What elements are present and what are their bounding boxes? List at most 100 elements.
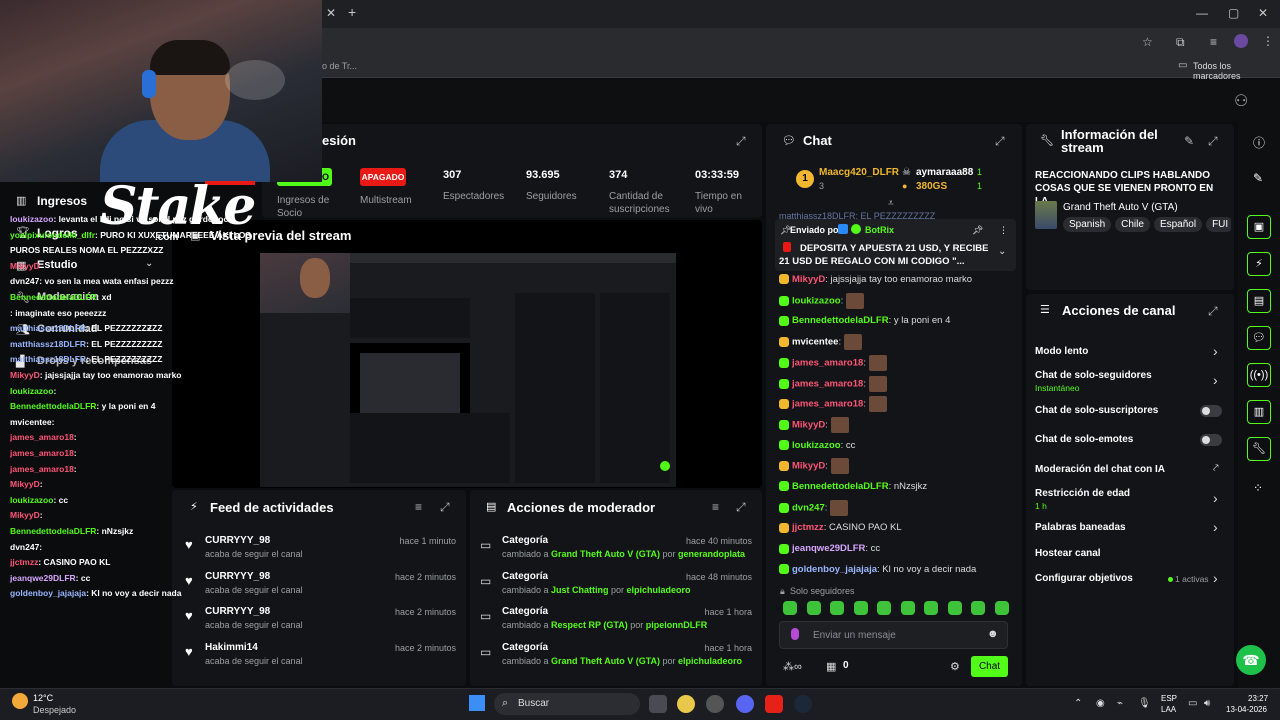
channel-action-label[interactable]: Moderación del chat con IA (1035, 464, 1165, 475)
edit-icon[interactable]: ✎ (1184, 134, 1194, 148)
lang-indicator[interactable]: ESP (1161, 694, 1177, 703)
mod-detail-mod[interactable]: pipeionnDLFR (646, 620, 708, 630)
steam-icon[interactable] (794, 695, 812, 713)
channel-action-label[interactable]: Configurar objetivos (1035, 573, 1133, 584)
toggle-switch[interactable] (1200, 434, 1222, 446)
toggle-switch[interactable] (1200, 405, 1222, 417)
channel-action-label[interactable]: Modo lento (1035, 346, 1088, 357)
pinned-sender[interactable]: BotRix (865, 225, 894, 235)
emote-quick-icon[interactable] (924, 601, 938, 615)
chat-username[interactable]: mvicentee (792, 337, 838, 348)
chrome-icon[interactable] (677, 695, 695, 713)
emoji-icon[interactable]: ☻ (987, 628, 999, 640)
chat-username[interactable]: goldenboy_jajajaja (792, 564, 877, 575)
expand-icon[interactable]: ⤢ (736, 134, 746, 149)
chat-username[interactable]: jeanqwe29DLFR (792, 543, 865, 554)
chat-username[interactable]: BennedettodelaDLFR (792, 315, 889, 326)
expand-icon[interactable]: ⤢ (736, 500, 746, 515)
close-window-icon[interactable]: ✕ (1258, 6, 1268, 20)
external-link-icon[interactable]: ⤤ (1213, 463, 1219, 474)
new-tab-button[interactable]: + (348, 4, 356, 20)
chevron-right-icon[interactable]: › (1213, 570, 1218, 586)
chevron-right-icon[interactable]: › (1213, 519, 1218, 535)
expand-icon[interactable]: ⤢ (995, 134, 1005, 149)
filter-icon[interactable]: ≡ (712, 500, 719, 514)
chat-username[interactable]: loukizazoo (792, 295, 841, 306)
send-chat-button[interactable]: Chat (971, 656, 1008, 677)
chevron-up-icon[interactable]: ⌃ (1074, 698, 1082, 709)
taskbar-search[interactable]: ⌕ Buscar (494, 693, 640, 715)
chevron-down-icon[interactable]: ⌄ (998, 246, 1006, 257)
mic-icon[interactable] (791, 628, 799, 640)
feed-user[interactable]: CURRYYY_98 (205, 535, 270, 546)
mod-detail-mod[interactable]: generandoplata (678, 549, 745, 559)
bookmark-star-icon[interactable]: ☆ (1142, 35, 1153, 49)
rail-button[interactable]: ▤ (1247, 289, 1271, 313)
chat-username[interactable]: jjctmzz (792, 522, 824, 533)
feed-user[interactable]: Hakimmi14 (205, 642, 258, 653)
windows-start-icon[interactable] (469, 695, 485, 711)
chat-username[interactable]: james_amaro18 (792, 378, 863, 389)
more-options-icon[interactable]: ⋮ (999, 225, 1008, 236)
weather-icon[interactable] (12, 693, 28, 709)
display-icon[interactable]: ▭ (1188, 698, 1197, 709)
rail-button[interactable]: ⚡ (1247, 252, 1271, 276)
mic-tray-icon[interactable]: 🎙︎ (1138, 698, 1151, 709)
chat-username[interactable]: james_amaro18 (792, 399, 863, 410)
mod-detail-category[interactable]: Grand Theft Auto V (GTA) (551, 549, 660, 559)
all-bookmarks-link[interactable]: Todos los marcadores (1193, 61, 1280, 81)
emote-quick-icon[interactable] (853, 601, 868, 615)
leaderboard-user[interactable]: Maacg420_DLFR (819, 167, 899, 178)
app-icon[interactable] (706, 695, 724, 713)
feed-user[interactable]: CURRYYY_98 (205, 571, 270, 582)
channel-action-label[interactable]: Palabras baneadas (1035, 522, 1126, 533)
store-icon[interactable]: ▦ (826, 660, 836, 673)
support-icon[interactable]: ☎ (1236, 645, 1266, 675)
chat-username[interactable]: james_amaro18 (792, 357, 863, 368)
collapse-icon[interactable]: ⩡ (888, 198, 894, 209)
chat-username[interactable]: MikyyD (792, 419, 825, 430)
emote-quick-icon[interactable] (806, 601, 821, 615)
emote-quick-icon[interactable] (877, 601, 891, 615)
filter-icon[interactable]: ≡ (415, 500, 422, 514)
rail-button[interactable]: 💬︎ (1247, 326, 1271, 350)
chevron-right-icon[interactable]: › (1213, 372, 1218, 388)
emote-quick-icon[interactable] (900, 601, 915, 615)
volume-icon[interactable]: 🔊︎ (1204, 698, 1210, 709)
expand-icon[interactable]: ⤢ (1208, 304, 1218, 319)
chevron-right-icon[interactable]: › (1213, 343, 1218, 359)
tray-network-icon[interactable]: ⌁ (1117, 698, 1123, 709)
emote-quick-icon[interactable] (994, 601, 1009, 615)
leaderboard-user[interactable]: aymaraaa88 (916, 167, 973, 178)
channel-action-label[interactable]: Restricción de edad (1035, 488, 1130, 499)
bookmark-item[interactable]: o de Tr... (322, 61, 357, 71)
info-icon[interactable]: ⓘ (1253, 134, 1265, 151)
mod-detail-category[interactable]: Just Chatting (551, 585, 609, 595)
maximize-icon[interactable]: ▢ (1228, 6, 1239, 20)
task-view-icon[interactable] (649, 695, 667, 713)
channel-action-label[interactable]: Hostear canal (1035, 548, 1101, 559)
rail-button[interactable]: ▥ (1247, 400, 1271, 424)
feed-user[interactable]: CURRYYY_98 (205, 606, 270, 617)
emote-quick-icon[interactable] (783, 601, 797, 615)
pin-toggle-icon[interactable]: 📌︎ (972, 225, 983, 236)
tray-discord-icon[interactable]: ◉ (1096, 698, 1105, 709)
gear-icon[interactable]: ⚙ (950, 660, 960, 673)
mod-detail-mod[interactable]: elpichuladeoro (678, 656, 742, 666)
apps-icon[interactable]: ⁘ (1253, 481, 1263, 495)
channel-action-label[interactable]: Chat de solo-seguidores (1035, 370, 1152, 381)
pencil-icon[interactable]: ✎ (1253, 171, 1263, 185)
extensions-icon[interactable]: ⧉ (1176, 35, 1185, 50)
chat-username[interactable]: loukizazoo (792, 440, 841, 451)
rail-button[interactable]: ▣ (1247, 215, 1271, 239)
chat-username[interactable]: dvn247 (792, 502, 825, 513)
chat-username[interactable]: BennedettodelaDLFR (792, 481, 889, 492)
expand-icon[interactable]: ⤢ (440, 500, 450, 515)
close-tab-icon[interactable]: ✕ (326, 6, 336, 20)
emote-quick-icon[interactable] (947, 601, 962, 615)
stream-preview-video[interactable] (260, 253, 676, 487)
mod-detail-category[interactable]: Respect RP (GTA) (551, 620, 628, 630)
chat-username[interactable]: MikyyD (792, 274, 825, 285)
channel-action-label[interactable]: Chat de solo-suscriptores (1035, 405, 1158, 416)
minimize-icon[interactable]: — (1196, 6, 1208, 20)
